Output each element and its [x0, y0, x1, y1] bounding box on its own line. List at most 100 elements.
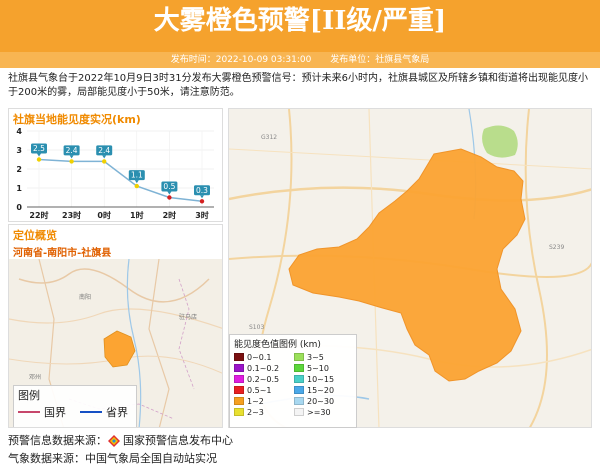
page-title: 大雾橙色预警[II级/严重] [153, 6, 447, 36]
visibility-legend-item: 1~2 [234, 396, 294, 406]
weather-source-label: 气象数据来源： [8, 452, 85, 465]
x-tick-label: 1时 [130, 210, 144, 220]
visibility-legend-item: 20~30 [294, 396, 354, 406]
legend-swatch-icon [234, 408, 244, 416]
park-area-shape [482, 125, 518, 158]
visibility-legend-item: 0.1~0.2 [234, 363, 294, 373]
y-tick-label: 2 [16, 165, 22, 174]
legend-swatch-icon [294, 364, 304, 372]
visibility-legend-grid: 0~0.1 3~5 0.1~0.2 5~10 0.2~0.5 10~15 0.5~1 15~2… [234, 352, 352, 417]
legend-swatch-icon [294, 375, 304, 383]
legend-swatch-icon [294, 408, 304, 416]
svg-text:S239: S239 [549, 244, 564, 251]
legend-label: 1~2 [247, 396, 264, 406]
legend-label: 0.1~0.2 [247, 363, 280, 373]
y-tick-label: 0 [16, 203, 22, 212]
x-tick-label: 23时 [62, 210, 81, 220]
data-point [199, 199, 205, 204]
legend-label: 15~20 [307, 385, 335, 395]
visibility-legend-item: 0~0.1 [234, 352, 294, 362]
legend-label: 3~5 [307, 352, 324, 362]
publisher: 发布单位：社旗县气象局 [330, 55, 430, 65]
y-tick-label: 1 [16, 184, 22, 193]
y-tick-label: 3 [16, 146, 22, 155]
visibility-legend-item: 10~15 [294, 374, 354, 384]
data-label-pointer [102, 155, 107, 159]
location-title: 定位概览 [13, 229, 57, 242]
svg-text:南阳: 南阳 [79, 293, 91, 301]
location-panel: 定位概览 河南省-南阳市-社旗县 南阳 驻马店 邓州 图例 国界 省界 [8, 224, 223, 428]
visibility-legend-item: 3~5 [294, 352, 354, 362]
svg-text:驻马店: 驻马店 [179, 313, 197, 321]
warning-source: 国家预警信息发布中心 [123, 434, 233, 447]
data-label-pointer [200, 195, 204, 199]
warning-center-logo-icon [108, 435, 120, 447]
weather-source: 中国气象局全国自动站实况 [85, 452, 217, 465]
legend-swatch-icon [234, 353, 244, 361]
svg-text:G312: G312 [261, 134, 277, 141]
location-legend: 图例 国界 省界 [13, 385, 137, 427]
y-tick-label: 4 [16, 127, 22, 136]
visibility-legend-item: 2~3 [234, 407, 294, 417]
visibility-legend-item: 15~20 [294, 385, 354, 395]
legend-swatch-icon [234, 364, 244, 372]
x-tick-label: 22时 [29, 210, 48, 220]
data-label: 1.1 [131, 171, 143, 180]
warning-description: 社旗县气象台于2022年10月9日3时31分发布大雾橙色预警信号：预计未来6小时… [8, 73, 588, 98]
visibility-legend-title: 能见度色值图例 (km) [234, 340, 321, 350]
legend-row-national: 国界 省界 [14, 404, 136, 420]
legend-label: >=30 [307, 407, 331, 417]
data-point [167, 195, 172, 200]
national-border-line-icon [18, 411, 40, 413]
data-point [69, 159, 74, 164]
legend-label: 0.2~0.5 [247, 374, 280, 384]
data-label: 0.3 [196, 186, 208, 195]
visibility-series-line [38, 158, 203, 203]
data-point [134, 183, 139, 189]
visibility-legend-item: 0.5~1 [234, 385, 294, 395]
visibility-legend-item: 5~10 [294, 363, 354, 373]
data-point [102, 159, 107, 164]
legend-label: 0~0.1 [247, 352, 272, 362]
legend-swatch-icon [294, 353, 304, 361]
svg-text:S103: S103 [249, 324, 264, 331]
legend-swatch-icon [234, 386, 244, 394]
legend-swatch-icon [294, 397, 304, 405]
location-header: 定位概览 河南省-南阳市-社旗县 [9, 225, 222, 259]
legend-label: 2~3 [247, 407, 264, 417]
visibility-chart: 0 1 2 3 4 2.5 22时 2.4 23时 2.4 0时 1.1 1时 0.5 2时 0.3 3时 [16, 127, 214, 220]
data-point [36, 157, 42, 162]
legend-label: 20~30 [307, 396, 335, 406]
legend-swatch-icon [234, 375, 244, 383]
data-label-pointer [167, 191, 172, 195]
data-label-pointer [69, 155, 74, 159]
header-banner: 大雾橙色预警[II级/严重] [0, 0, 600, 52]
x-tick-label: 3时 [195, 210, 209, 220]
visibility-legend-item: 0.2~0.5 [234, 374, 294, 384]
visibility-legend-item: >=30 [294, 407, 354, 417]
warning-source-label: 预警信息数据来源： [8, 434, 107, 447]
legend-swatch-icon [234, 397, 244, 405]
publish-time: 发布时间：2022-10-09 03:31:00 [170, 55, 312, 65]
location-subtitle: 河南省-南阳市-社旗县 [13, 248, 112, 259]
legend-national-label: 国界 [44, 406, 66, 419]
data-label: 2.4 [98, 146, 110, 155]
svg-text:邓州: 邓州 [29, 373, 41, 381]
footer: 预警信息数据来源： 国家预警信息发布中心 气象数据来源： 中国气象局全国自动站实… [8, 432, 596, 468]
x-tick-label: 0时 [97, 210, 111, 220]
x-tick-label: 2时 [163, 210, 177, 220]
legend-label: 10~15 [307, 374, 335, 384]
legend-swatch-icon [294, 386, 304, 394]
data-label: 2.4 [66, 146, 78, 155]
data-label-pointer [37, 153, 41, 157]
location-legend-title: 图例 [18, 389, 40, 402]
legend-label: 5~10 [307, 363, 329, 373]
warning-source-row: 预警信息数据来源： 国家预警信息发布中心 [8, 432, 596, 450]
province-border-line-icon [80, 411, 102, 413]
visibility-color-legend: 能见度色值图例 (km) 0~0.1 3~5 0.1~0.2 5~10 0.2~0.5 1… [229, 334, 357, 428]
header-meta: 发布时间：2022-10-09 03:31:00 发布单位：社旗县气象局 [0, 52, 600, 68]
weather-source-row: 气象数据来源： 中国气象局全国自动站实况 [8, 450, 596, 468]
legend-label: 0.5~1 [247, 385, 272, 395]
data-label: 0.5 [163, 182, 175, 191]
legend-province-label: 省界 [106, 406, 128, 419]
